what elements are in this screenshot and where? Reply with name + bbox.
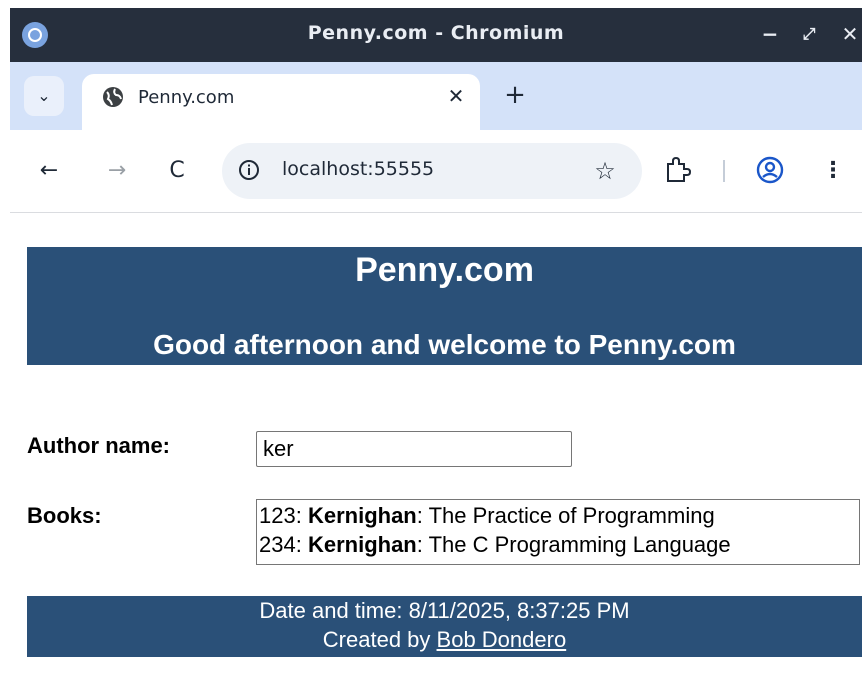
books-label: Books: (27, 503, 102, 528)
book-title: The C Programming Language (428, 532, 731, 557)
footer-credit-prefix: Created by (322, 627, 437, 652)
book-separator: : (295, 503, 308, 528)
window-titlebar[interactable]: Penny.com - Chromium − ⤢ ✕ (10, 8, 862, 62)
site-info-icon[interactable] (238, 159, 260, 181)
url-text[interactable]: localhost:55555 (282, 158, 434, 180)
page-content: Penny.com Good afternoon and welcome to … (10, 213, 862, 686)
bookmark-star-icon[interactable]: ☆ (590, 156, 620, 186)
profile-avatar-icon[interactable] (756, 156, 784, 184)
greeting-text: Good afternoon and welcome to Penny.com (153, 329, 736, 360)
footer-datetime: Date and time: 8/11/2025, 8:37:25 PM (259, 598, 630, 623)
books-results: 123: Kernighan: The Practice of Programm… (256, 499, 860, 565)
extensions-puzzle-icon[interactable] (662, 155, 692, 185)
maximize-button[interactable]: ⤢ (795, 20, 823, 48)
author-name-input[interactable] (256, 431, 572, 467)
forward-button[interactable]: → (100, 154, 134, 188)
toolbar-divider (723, 160, 725, 182)
tab-search-dropdown-button[interactable]: ⌄ (24, 76, 64, 116)
globe-icon (102, 86, 124, 108)
book-isbn: 123 (259, 503, 296, 528)
page-header: Penny.com Good afternoon and welcome to … (27, 247, 862, 365)
footer-credit: Created by Bob Dondero (27, 625, 862, 654)
browser-menu-icon[interactable]: ⋮ (822, 154, 844, 188)
book-row: 123: Kernighan: The Practice of Programm… (259, 501, 857, 530)
tab-close-icon[interactable]: ✕ (442, 82, 470, 110)
address-bar[interactable]: localhost:55555 ☆ (222, 143, 642, 199)
book-title: The Practice of Programming (428, 503, 715, 528)
page-footer: Date and time: 8/11/2025, 8:37:25 PM Cre… (27, 596, 862, 657)
site-title: Penny.com (355, 251, 534, 289)
minimize-button[interactable]: − (756, 20, 784, 48)
back-button[interactable]: ← (32, 154, 66, 188)
book-row: 234: Kernighan: The C Programming Langua… (259, 530, 857, 559)
book-separator: : (416, 503, 429, 528)
creator-link[interactable]: Bob Dondero (437, 627, 567, 652)
tab-penny[interactable]: Penny.com ✕ (82, 74, 480, 130)
tab-title: Penny.com (138, 87, 235, 108)
book-separator: : (295, 532, 308, 557)
book-isbn: 234 (259, 532, 296, 557)
browser-toolbar: ← → C localhost:55555 ☆ ⋮ (10, 130, 862, 213)
reload-button[interactable]: C (160, 154, 194, 188)
browser-window: Penny.com - Chromium − ⤢ ✕ ⌄ Penny.com ✕… (0, 0, 862, 686)
window-title: Penny.com - Chromium (307, 22, 565, 44)
close-window-button[interactable]: ✕ (836, 20, 862, 48)
book-author: Kernighan (307, 503, 417, 528)
author-name-label: Author name: (27, 433, 170, 458)
tab-strip: ⌄ Penny.com ✕ + (10, 62, 862, 130)
book-author: Kernighan (307, 532, 417, 557)
book-separator: : (416, 532, 429, 557)
new-tab-button[interactable]: + (500, 80, 530, 110)
